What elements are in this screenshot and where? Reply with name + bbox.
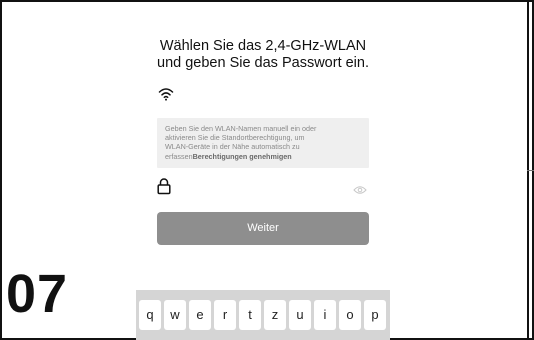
continue-button[interactable]: Weiter — [157, 212, 369, 245]
hint-line-1: Geben Sie den WLAN-Namen manuell ein ode… — [165, 124, 317, 133]
edge-mark — [527, 170, 534, 171]
step-number: 07 — [6, 264, 69, 324]
key-u[interactable]: u — [289, 300, 311, 330]
wifi-icon[interactable] — [158, 87, 174, 101]
phone-screen: Wählen Sie das 2,4-GHz-WLAN und geben Si… — [136, 14, 390, 340]
hint-line-3: WLAN-Geräte in der Nähe automatisch zu — [165, 142, 300, 152]
lock-icon — [157, 177, 171, 195]
key-o[interactable]: o — [339, 300, 361, 330]
key-p[interactable]: p — [364, 300, 386, 330]
key-w[interactable]: w — [164, 300, 186, 330]
keyboard: q w e r t z u i o p — [136, 290, 390, 340]
hint-line-4: erfassenBerechtigungen genehmigen — [165, 152, 361, 161]
hint-line-2: aktivieren Sie die Standortberechtigung,… — [165, 133, 305, 143]
grant-permissions-link[interactable]: Berechtigungen genehmigen — [193, 152, 292, 161]
key-i[interactable]: i — [314, 300, 336, 330]
page-title: Wählen Sie das 2,4-GHz-WLAN und geben Si… — [136, 38, 390, 72]
hint-line-4-prefix: erfassen — [165, 151, 193, 161]
permission-hint: Geben Sie den WLAN-Namen manuell ein ode… — [157, 118, 369, 168]
key-t[interactable]: t — [239, 300, 261, 330]
top-border — [0, 0, 534, 2]
title-line-2: und geben Sie das Passwort ein. — [157, 55, 369, 71]
key-q[interactable]: q — [139, 300, 161, 330]
key-e[interactable]: e — [189, 300, 211, 330]
title-line-1: Wählen Sie das 2,4-GHz-WLAN — [159, 38, 367, 54]
eye-icon[interactable] — [353, 182, 367, 194]
key-z[interactable]: z — [264, 300, 286, 330]
key-r[interactable]: r — [214, 300, 236, 330]
